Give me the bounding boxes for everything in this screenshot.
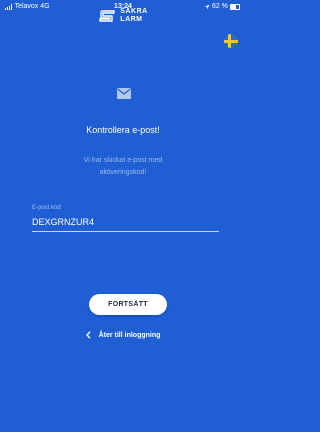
logo-line-2: LARM (120, 15, 143, 23)
swedish-flag-icon[interactable] (224, 34, 238, 48)
back-to-login-link[interactable]: Åter till inloggning (0, 331, 246, 339)
email-code-label: E-post kod (32, 205, 61, 211)
email-code-input[interactable] (32, 215, 219, 232)
continue-button[interactable]: FORTSÄTT (89, 294, 167, 315)
back-to-login-label: Åter till inloggning (98, 331, 161, 339)
logo-mark-icon (99, 9, 115, 22)
logo-text: SÄKRA LARM (120, 8, 147, 23)
instruction-line-1: Vi har skickat e-post med (83, 157, 163, 164)
logo-line-1: SÄKRA (120, 8, 148, 15)
instruction-line-2: aktiveringskod! (99, 169, 147, 176)
app-logo: SÄKRA LARM (0, 8, 246, 23)
page-title: Kontrollera e-post! (86, 125, 160, 135)
instruction-text: Vi har skickat e-post med aktiveringskod… (40, 155, 206, 179)
envelope-icon (117, 88, 131, 99)
chevron-left-icon (85, 331, 91, 339)
